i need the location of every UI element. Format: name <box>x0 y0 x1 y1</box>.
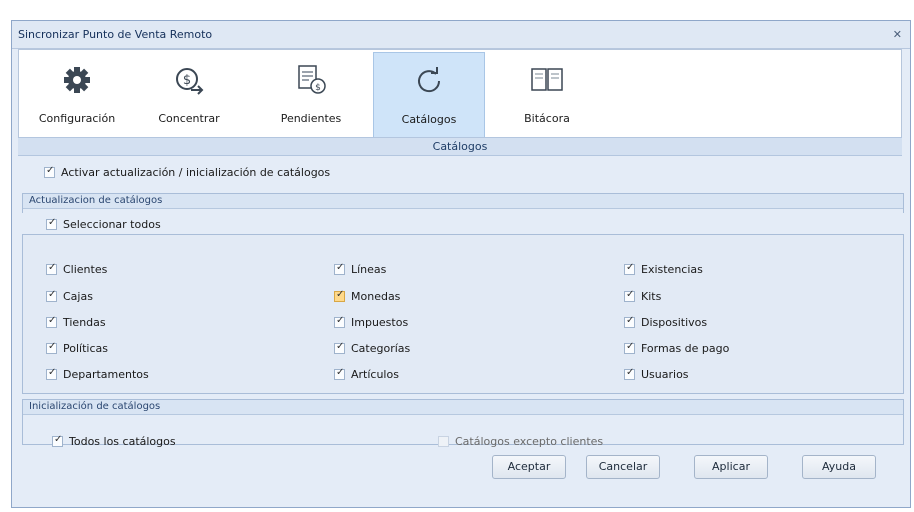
catalog-item-existencias[interactable]: Existencias <box>624 262 703 276</box>
ribbon-button-label: Concentrar <box>158 112 220 125</box>
refresh-icon <box>414 59 444 103</box>
catalog-list-panel <box>22 234 904 394</box>
checkbox[interactable] <box>438 436 449 447</box>
catalog-label: Cajas <box>63 290 93 303</box>
checkbox[interactable] <box>46 341 57 354</box>
catalog-label: Tiendas <box>63 316 106 329</box>
catalog-item-impuestos[interactable]: Impuestos <box>334 315 409 329</box>
catalog-item-monedas[interactable]: Monedas <box>334 289 401 303</box>
ribbon-button-pendientes[interactable]: $ Pendientes <box>255 52 367 144</box>
checkbox[interactable] <box>46 289 57 302</box>
catalog-label: Usuarios <box>641 368 689 381</box>
section-title: Catálogos <box>18 137 902 156</box>
book-icon <box>530 58 564 102</box>
all-catalogs-label: Todos los catálogos <box>69 435 176 448</box>
select-all-checkbox-row[interactable]: Seleccionar todos <box>46 217 161 231</box>
catalog-item-tiendas[interactable]: Tiendas <box>46 315 106 329</box>
catalog-item-departamentos[interactable]: Departamentos <box>46 367 149 381</box>
catalog-label: Políticas <box>63 342 108 355</box>
ribbon-button-label: Catálogos <box>401 113 457 126</box>
svg-text:$: $ <box>315 83 321 93</box>
checkbox[interactable] <box>624 367 635 380</box>
checkbox[interactable] <box>334 341 345 354</box>
catalog-item-clientes[interactable]: Clientes <box>46 262 108 276</box>
update-group: Actualizacion de catálogos <box>22 193 904 213</box>
ribbon-button-catalogos[interactable]: Catálogos <box>373 52 485 144</box>
catalog-item-formas-de-pago[interactable]: Formas de pago <box>624 341 730 355</box>
catalog-label: Líneas <box>351 263 387 276</box>
ribbon-toolbar: Configuración $ Concentrar $ Pendientes … <box>18 49 902 147</box>
catalog-label: Categorías <box>351 342 411 355</box>
help-button[interactable]: Ayuda <box>802 455 876 479</box>
catalog-item-politicas[interactable]: Políticas <box>46 341 108 355</box>
catalog-label: Formas de pago <box>641 342 730 355</box>
ribbon-button-label: Pendientes <box>280 112 342 125</box>
money-arrow-icon: $ <box>173 58 205 102</box>
catalog-item-usuarios[interactable]: Usuarios <box>624 367 689 381</box>
checkbox[interactable] <box>624 341 635 354</box>
catalog-item-dispositivos[interactable]: Dispositivos <box>624 315 708 329</box>
checkbox[interactable] <box>624 289 635 302</box>
all-catalogs-checkbox-row[interactable]: Todos los catálogos <box>52 434 176 448</box>
checkbox[interactable] <box>624 262 635 275</box>
apply-button[interactable]: Aplicar <box>694 455 768 479</box>
except-clients-checkbox-row[interactable]: Catálogos excepto clientes <box>438 435 603 448</box>
close-icon[interactable]: ✕ <box>893 28 902 41</box>
checkbox[interactable] <box>334 262 345 275</box>
checkbox[interactable] <box>46 262 57 275</box>
catalog-label: Monedas <box>351 290 401 303</box>
checkbox[interactable] <box>624 315 635 328</box>
catalog-item-categorias[interactable]: Categorías <box>334 341 411 355</box>
activate-label: Activar actualización / inicialización d… <box>61 166 331 179</box>
ribbon-button-concentrar[interactable]: $ Concentrar <box>133 52 245 144</box>
checkbox[interactable] <box>52 434 63 447</box>
ribbon-button-label: Bitácora <box>524 112 570 125</box>
activate-checkbox-row[interactable]: Activar actualización / inicialización d… <box>44 165 331 179</box>
catalog-item-lineas[interactable]: Líneas <box>334 262 387 276</box>
title-bar: Sincronizar Punto de Venta Remoto ✕ <box>12 21 910 49</box>
checkbox[interactable] <box>44 165 55 178</box>
svg-text:$: $ <box>183 73 191 88</box>
catalog-item-articulos[interactable]: Artículos <box>334 367 399 381</box>
ribbon-button-bitacora[interactable]: Bitácora <box>491 52 603 144</box>
ribbon-button-configuracion[interactable]: Configuración <box>21 52 133 144</box>
cancel-button[interactable]: Cancelar <box>586 455 660 479</box>
catalog-label: Departamentos <box>63 368 149 381</box>
init-group-title: Inicialización de catálogos <box>23 400 903 415</box>
checkbox[interactable] <box>46 315 57 328</box>
except-clients-label: Catálogos excepto clientes <box>455 435 604 448</box>
window-title: Sincronizar Punto de Venta Remoto <box>18 28 213 41</box>
documents-money-icon: $ <box>295 58 327 102</box>
gear-icon <box>62 58 92 102</box>
catalog-item-kits[interactable]: Kits <box>624 289 662 303</box>
catalog-label: Impuestos <box>351 316 409 329</box>
catalog-label: Existencias <box>641 263 703 276</box>
accept-button[interactable]: Aceptar <box>492 455 566 479</box>
catalog-label: Dispositivos <box>641 316 708 329</box>
catalog-label: Artículos <box>351 368 399 381</box>
checkbox[interactable] <box>46 217 57 230</box>
catalog-label: Kits <box>641 290 662 303</box>
update-group-title: Actualizacion de catálogos <box>23 194 903 209</box>
select-all-label: Seleccionar todos <box>63 218 161 231</box>
catalog-label: Clientes <box>63 263 108 276</box>
ribbon-button-label: Configuración <box>38 112 116 125</box>
checkbox[interactable] <box>46 367 57 380</box>
checkbox[interactable] <box>334 367 345 380</box>
checkbox[interactable] <box>334 289 345 302</box>
catalog-item-cajas[interactable]: Cajas <box>46 289 93 303</box>
checkbox[interactable] <box>334 315 345 328</box>
